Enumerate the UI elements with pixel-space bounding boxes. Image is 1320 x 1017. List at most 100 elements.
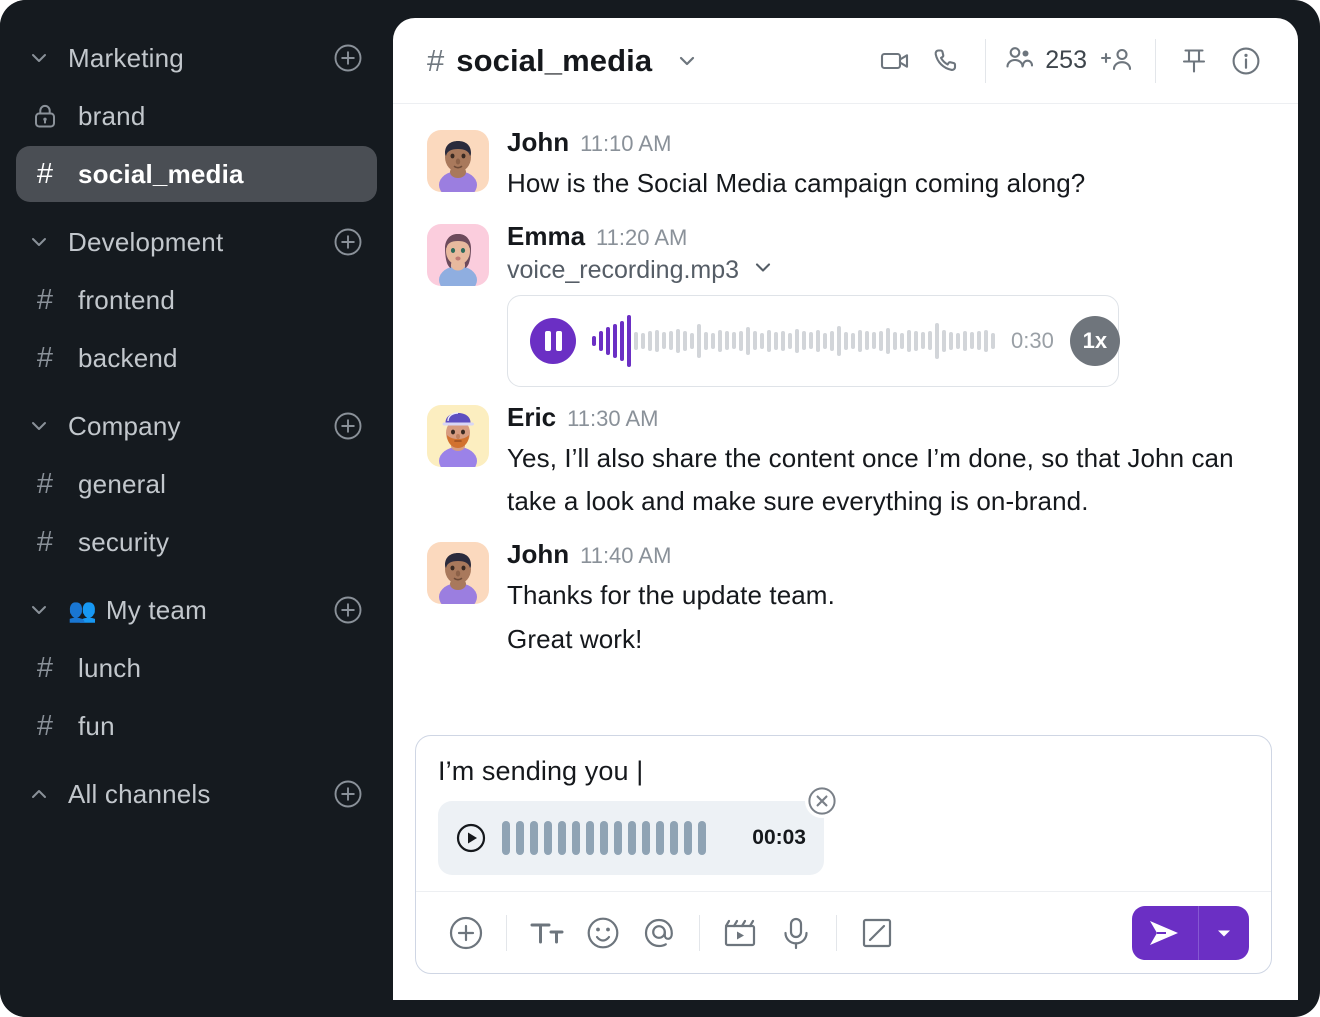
message-item: Emma 11:20 AM voice_recording.mp3 0:30 1 — [427, 220, 1272, 387]
hash-icon: # — [36, 651, 54, 684]
text-format-icon[interactable] — [519, 905, 575, 961]
message-item: John 11:10 AM How is the Social Media ca… — [427, 126, 1272, 206]
message-timestamp: 11:40 AM — [580, 543, 672, 569]
sidebar-section-label: All channels — [68, 778, 211, 809]
divider — [506, 914, 507, 951]
sidebar-item-label: fun — [78, 710, 115, 741]
message-header: Emma 11:20 AM — [507, 221, 1272, 252]
sidebar-item-security[interactable]: # security — [16, 514, 377, 570]
sidebar-section-company[interactable]: Company — [16, 398, 377, 454]
chevron-down-icon[interactable] — [28, 47, 50, 69]
hash-icon: # — [36, 283, 54, 316]
pause-button[interactable] — [530, 317, 576, 364]
sidebar-item-label: backend — [78, 342, 178, 373]
message-text-line-1: Thanks for the update team. — [507, 580, 835, 611]
message-text: Yes, I’ll also share the content once I’… — [507, 442, 1234, 517]
draft-audio-chip[interactable]: 00:03 — [438, 801, 824, 875]
sidebar-item-label: brand — [78, 100, 146, 131]
video-clip-icon[interactable] — [712, 905, 768, 961]
member-count-button[interactable]: 253 — [998, 43, 1091, 78]
sidebar-item-label: security — [78, 526, 170, 557]
sidebar-item-fun[interactable]: # fun — [16, 698, 377, 754]
sidebar-item-brand[interactable]: brand — [16, 88, 377, 144]
avatar[interactable] — [427, 542, 489, 605]
message-text: How is the Social Media campaign coming … — [507, 168, 1086, 198]
avatar[interactable] — [427, 130, 489, 192]
hash-icon: # — [36, 157, 54, 190]
mention-icon[interactable] — [631, 905, 687, 961]
add-channel-icon[interactable] — [333, 43, 363, 73]
add-channel-icon[interactable] — [333, 595, 363, 625]
sidebar-section-all-channels[interactable]: All channels — [16, 766, 377, 822]
composer-toolbar — [416, 891, 1271, 973]
attachment-filename[interactable]: voice_recording.mp3 — [507, 256, 1272, 285]
avatar[interactable] — [427, 223, 489, 286]
message-body: Eric 11:30 AM Yes, I’ll also share the c… — [507, 401, 1272, 524]
audio-waveform[interactable] — [592, 313, 995, 369]
video-camera-icon[interactable] — [869, 35, 921, 87]
message-author: John — [507, 539, 570, 570]
divider — [985, 38, 987, 83]
message-author: Emma — [507, 220, 586, 251]
message-item: Eric 11:30 AM Yes, I’ll also share the c… — [427, 401, 1272, 524]
member-count-label: 253 — [1045, 46, 1087, 74]
plus-circle-icon[interactable] — [438, 905, 494, 961]
message-body: John 11:40 AM Thanks for the update team… — [507, 538, 1272, 661]
message-composer[interactable]: I’m sending you | 00:03 — [415, 735, 1272, 974]
sidebar-section-label: Marketing — [68, 42, 184, 73]
chevron-down-icon[interactable] — [28, 415, 50, 437]
sidebar-section-marketing[interactable]: Marketing — [16, 30, 377, 86]
sidebar-item-general[interactable]: # general — [16, 456, 377, 512]
message-author: Eric — [507, 401, 557, 432]
add-channel-icon[interactable] — [333, 227, 363, 257]
sidebar-section-label: Development — [68, 226, 224, 257]
draft-audio-waveform[interactable] — [502, 819, 738, 857]
chevron-down-icon[interactable] — [674, 48, 700, 74]
sidebar-section-label: Company — [68, 410, 181, 441]
add-person-icon[interactable] — [1091, 35, 1143, 87]
message-body: Emma 11:20 AM voice_recording.mp3 0:30 1 — [507, 220, 1272, 387]
sidebar-section-my-team[interactable]: 👥 My team — [16, 582, 377, 638]
divider — [836, 914, 837, 951]
info-icon[interactable] — [1220, 35, 1272, 87]
chevron-down-icon[interactable] — [752, 256, 774, 285]
sidebar-item-backend[interactable]: # backend — [16, 330, 377, 386]
message-timestamp: 11:10 AM — [580, 131, 672, 156]
add-channel-icon[interactable] — [333, 411, 363, 441]
message-header: Eric 11:30 AM — [507, 402, 1272, 433]
avatar[interactable] — [427, 404, 489, 467]
sidebar-item-frontend[interactable]: # frontend — [16, 272, 377, 328]
chevron-up-icon[interactable] — [28, 783, 50, 805]
play-button[interactable] — [454, 821, 488, 855]
hash-icon: # — [36, 467, 54, 500]
divider — [1155, 38, 1156, 83]
phone-icon[interactable] — [921, 35, 973, 87]
chevron-down-icon[interactable] — [28, 599, 50, 621]
divider — [699, 914, 700, 951]
chat-panel: # social_media 253 John 11:10 AM How is … — [393, 18, 1298, 1000]
sidebar-item-social-media[interactable]: # social_media — [16, 146, 377, 202]
audio-player: 0:30 1x — [507, 294, 1120, 387]
sidebar-item-lunch[interactable]: # lunch — [16, 640, 377, 696]
people-emoji-icon: 👥 — [68, 596, 97, 623]
chevron-down-icon[interactable] — [1199, 906, 1249, 960]
message-timestamp: 11:20 AM — [596, 224, 688, 250]
sidebar-section-development[interactable]: Development — [16, 214, 377, 270]
microphone-icon[interactable] — [768, 905, 824, 961]
channel-title[interactable]: # social_media — [427, 43, 700, 79]
pin-icon[interactable] — [1168, 35, 1220, 87]
playback-speed-button[interactable]: 1x — [1069, 315, 1120, 366]
chevron-down-icon[interactable] — [28, 231, 50, 253]
message-list: John 11:10 AM How is the Social Media ca… — [393, 104, 1298, 727]
close-icon[interactable] — [805, 784, 839, 818]
slash-command-icon[interactable] — [849, 905, 905, 961]
add-channel-icon[interactable] — [333, 779, 363, 809]
text-caret: | — [636, 756, 644, 786]
chat-app-window: Marketing brand # social_media Developme… — [0, 0, 1320, 1017]
composer-input[interactable]: I’m sending you | — [438, 756, 1249, 787]
hash-icon: # — [36, 525, 54, 558]
people-icon — [1002, 43, 1036, 78]
sidebar-item-label: social_media — [78, 158, 244, 189]
emoji-icon[interactable] — [575, 905, 631, 961]
send-button[interactable] — [1132, 906, 1198, 960]
